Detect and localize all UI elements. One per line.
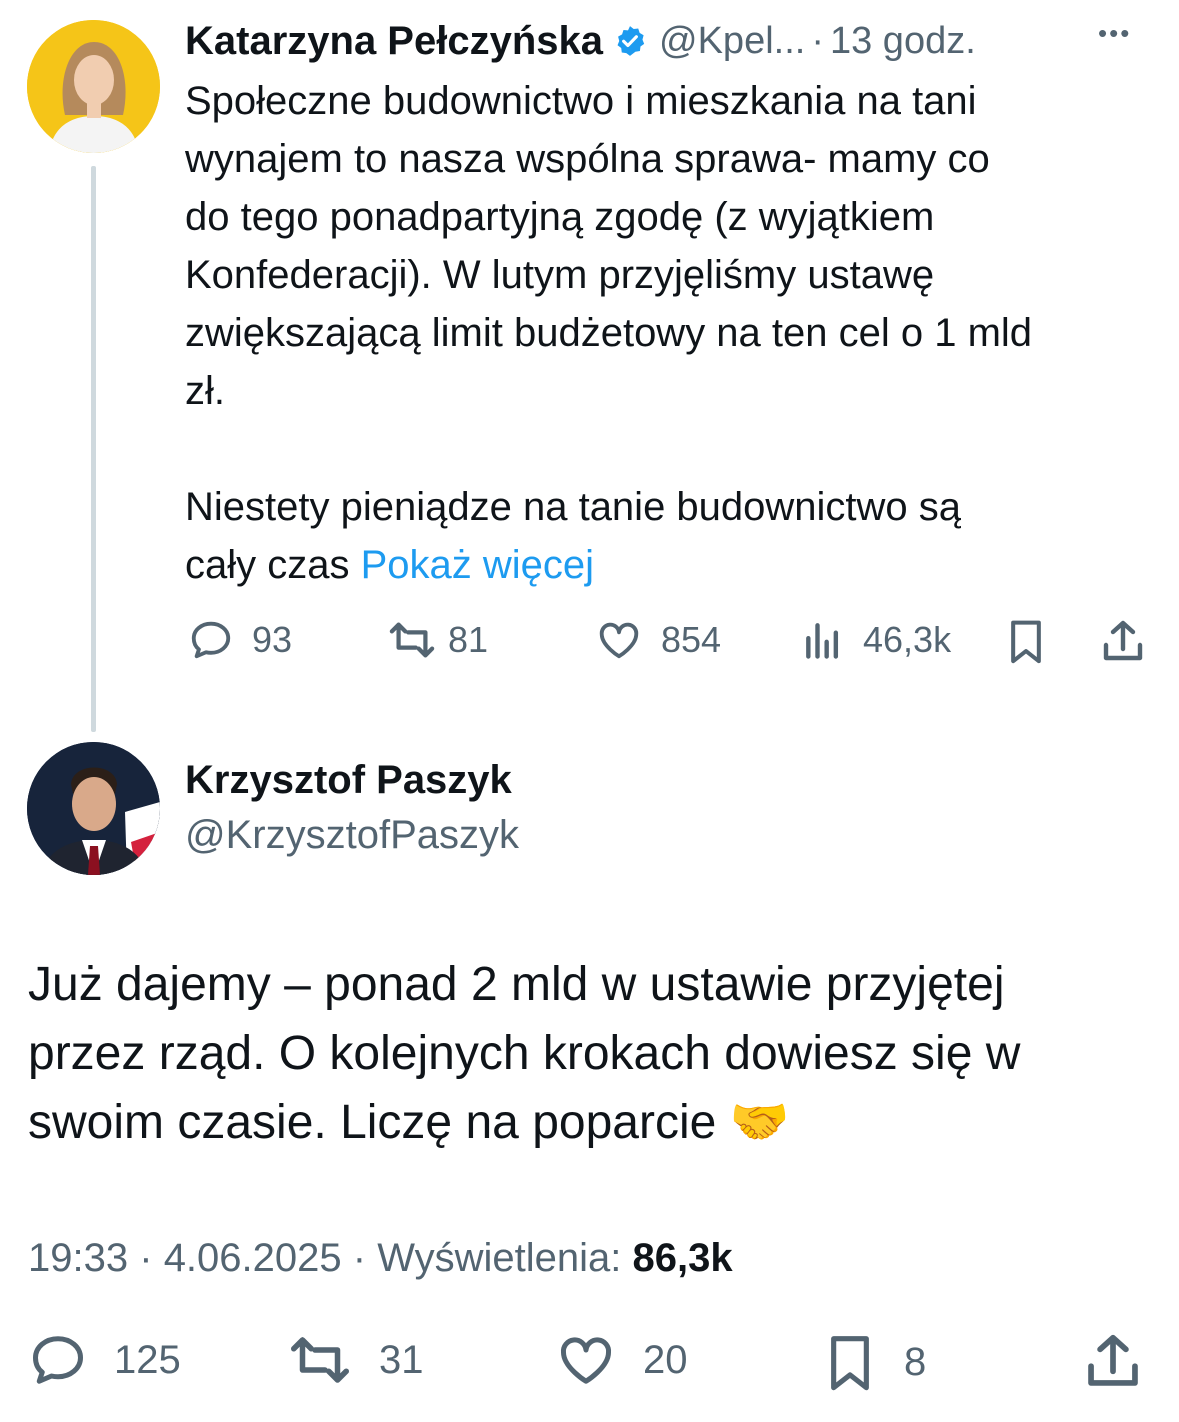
verified-badge-icon [613, 24, 647, 58]
bar-chart-icon [801, 617, 845, 663]
views-label: Wyświetlenia: [377, 1236, 622, 1280]
views-button[interactable]: 46,3k [801, 617, 951, 663]
avatar-portrait [27, 20, 160, 153]
repost-count: 81 [448, 619, 489, 660]
separator-dot: · [352, 1236, 367, 1280]
heart-icon [595, 617, 643, 663]
show-more-link[interactable]: Pokaż więcej [361, 543, 594, 587]
thread-connector-line [91, 166, 96, 732]
share-button[interactable] [1099, 617, 1147, 665]
reply-bubble-icon [188, 617, 234, 663]
repost-arrows-icon [386, 617, 438, 663]
author-name[interactable]: Katarzyna Pełczyńska [185, 19, 603, 64]
tweet-1-text: Społeczne budownictwo i mieszkania na ta… [185, 72, 1155, 594]
repost-button[interactable]: 81 [386, 617, 488, 663]
bookmark-button[interactable]: 8 [822, 1330, 926, 1394]
avatar-krzysztof[interactable] [27, 742, 160, 875]
bookmark-button[interactable] [1004, 617, 1048, 665]
author-handle[interactable]: @Kpel... [659, 20, 805, 63]
tweet-meta: 19:33 · 4.06.2025 · Wyświetlenia: 86,3k [28, 1236, 733, 1281]
repost-button[interactable]: 31 [287, 1330, 424, 1390]
reply-count: 125 [114, 1337, 181, 1382]
avatar-katarzyna[interactable] [27, 20, 160, 153]
like-count: 20 [643, 1337, 688, 1382]
reply-bubble-icon [28, 1330, 88, 1390]
views-count: 46,3k [863, 619, 952, 660]
heart-icon [555, 1330, 617, 1390]
like-count: 854 [661, 619, 722, 660]
separator-dot: · [811, 19, 824, 62]
share-button[interactable] [1082, 1330, 1144, 1392]
reply-button[interactable]: 125 [28, 1330, 181, 1390]
author-handle[interactable]: @KrzysztofPaszyk [185, 813, 519, 858]
bookmark-count: 8 [904, 1339, 927, 1384]
tweet-time[interactable]: 13 godz. [830, 20, 976, 63]
bookmark-icon [1004, 617, 1048, 665]
tweet-1-header: Katarzyna Pełczyńska @Kpel... · 13 godz. [185, 15, 976, 67]
tweet-date[interactable]: 4.06.2025 [164, 1236, 342, 1280]
repost-arrows-icon [287, 1330, 353, 1390]
share-upload-icon [1082, 1330, 1144, 1392]
reply-button[interactable]: 93 [188, 617, 292, 663]
reply-count: 93 [252, 619, 293, 660]
tweet-2-text: Już dajemy – ponad 2 mld w ustawie przyj… [28, 958, 1021, 1149]
views-count: 86,3k [632, 1236, 733, 1280]
share-upload-icon [1099, 617, 1147, 665]
bookmark-icon [822, 1330, 878, 1394]
avatar-portrait [27, 742, 160, 875]
like-button[interactable]: 854 [595, 617, 721, 663]
author-name[interactable]: Krzysztof Paszyk [185, 758, 512, 803]
separator-dot: · [139, 1236, 153, 1280]
like-button[interactable]: 20 [555, 1330, 688, 1390]
repost-count: 31 [379, 1337, 424, 1382]
tweet-time[interactable]: 19:33 [28, 1236, 128, 1280]
more-options-button[interactable]: ••• [1098, 18, 1131, 49]
tweet-text: Społeczne budownictwo i mieszkania na ta… [185, 79, 1033, 587]
